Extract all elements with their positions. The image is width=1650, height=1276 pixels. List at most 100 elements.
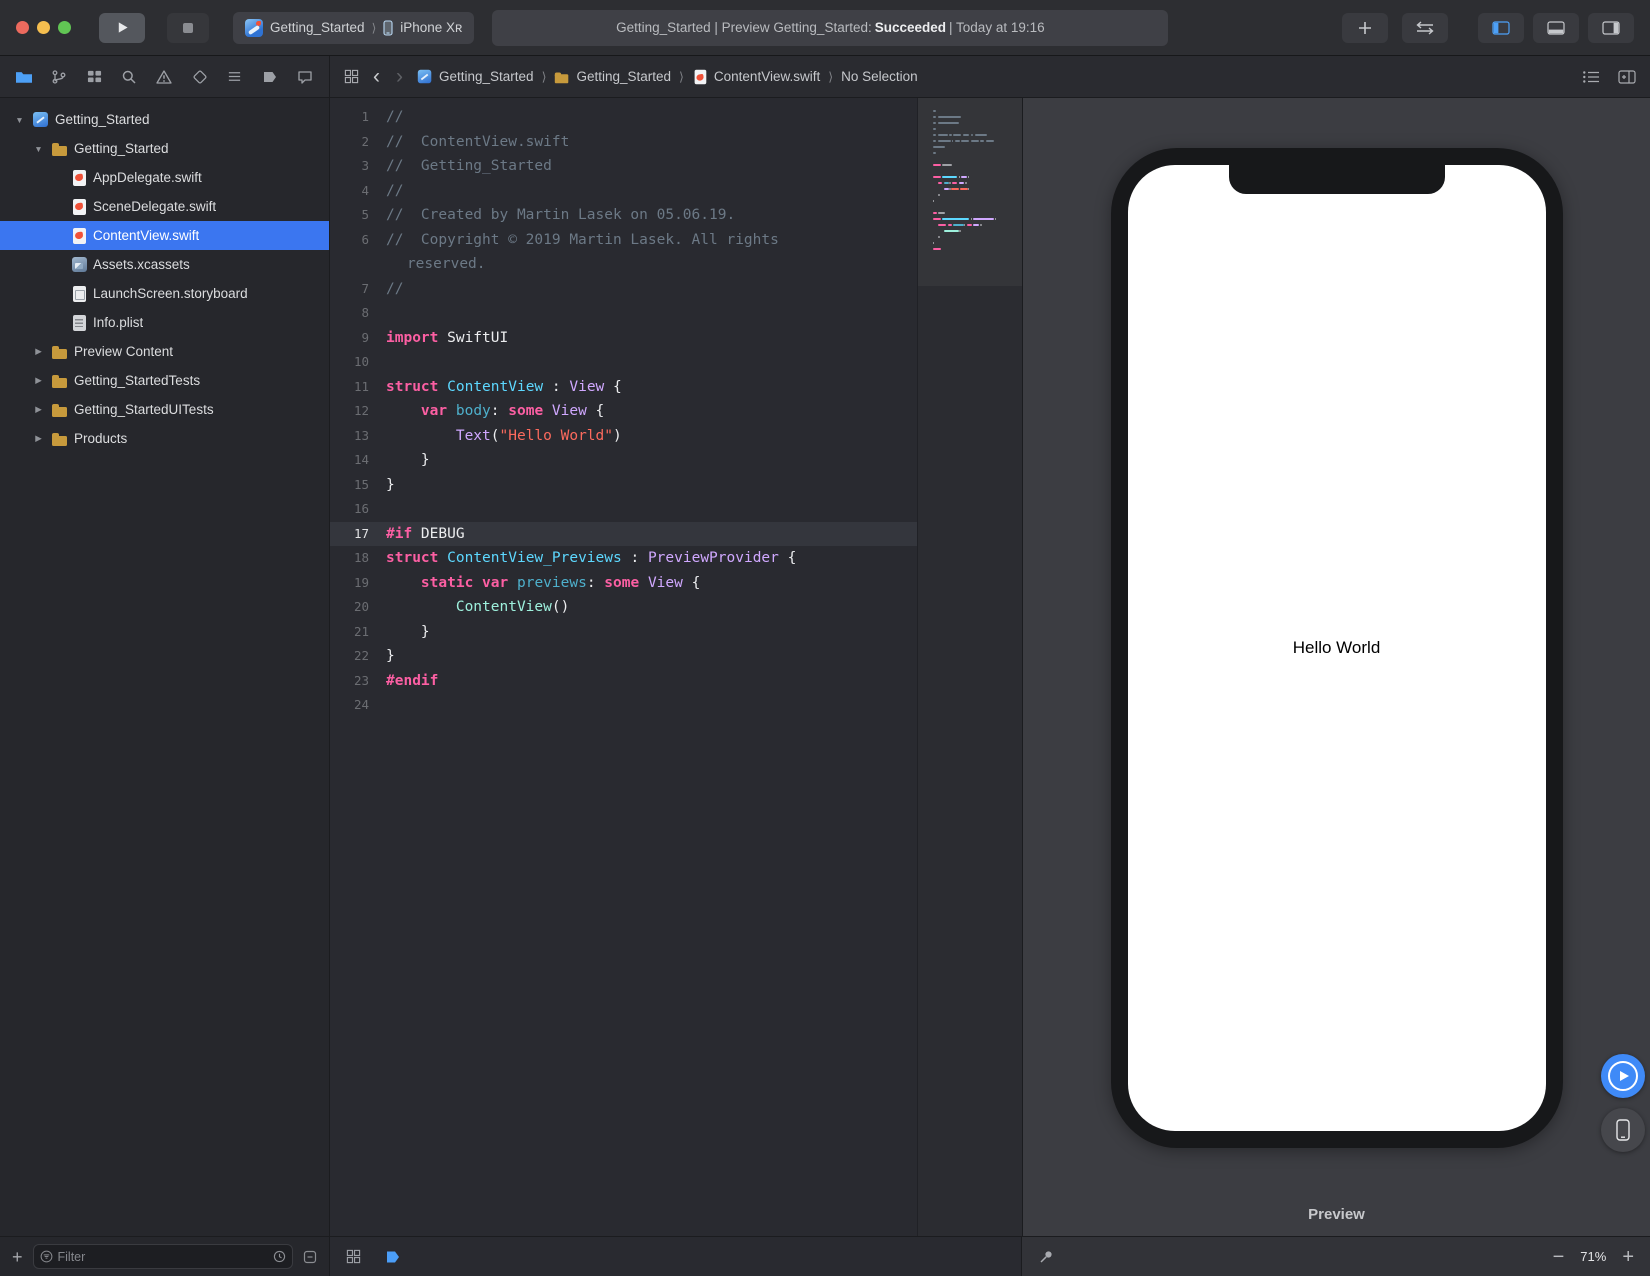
filter-field[interactable] [33,1244,293,1269]
file-tree-item[interactable]: LaunchScreen.storyboard [0,279,329,308]
minimap-lines [933,108,1016,258]
disclosure-triangle[interactable]: ▶ [31,375,46,386]
code-line: 11struct ContentView : View { [330,375,917,400]
breakpoints-toggle-button[interactable] [385,1250,401,1264]
toggle-navigator-button[interactable] [1478,13,1524,43]
disclosure-triangle[interactable]: ▼ [31,144,46,154]
toggle-inspectors-button[interactable] [1588,13,1634,43]
disclosure-triangle[interactable]: ▼ [12,115,27,125]
breadcrumb-separator: ⟩ [542,69,547,84]
inspector-panel-icon [1602,21,1620,35]
go-forward-button[interactable]: › [394,66,405,87]
breadcrumb-item[interactable]: Getting_Started [554,69,671,85]
folder-icon [15,70,33,84]
add-editor-button[interactable] [1618,70,1636,84]
pin-preview-button[interactable] [1038,1249,1054,1265]
line-number: 3 [330,154,386,179]
project-navigator-tab[interactable] [10,63,38,91]
live-preview-button[interactable] [1601,1054,1645,1098]
file-tree-item[interactable]: SceneDelegate.swift [0,192,329,221]
recent-files-filter-button[interactable] [273,1250,286,1263]
scheme-app-icon [245,19,263,37]
scheme-separator: ⟩ [372,21,377,35]
disclosure-triangle[interactable]: ▶ [31,433,46,444]
report-navigator-tab[interactable] [291,63,319,91]
library-button[interactable] [1342,13,1388,43]
breadcrumb-separator: ⟩ [679,69,684,84]
swift-file-icon [71,199,87,215]
code-line: 4// [330,179,917,204]
file-tree-item[interactable]: ▶Getting_StartedTests [0,366,329,395]
find-navigator-tab[interactable] [115,63,143,91]
zoom-in-button[interactable]: + [1622,1247,1634,1267]
minimize-window-button[interactable] [37,21,50,34]
code-text: reserved. [386,252,917,277]
line-number: 22 [330,644,386,669]
breakpoint-navigator-tab[interactable] [256,63,284,91]
debug-navigator-tab[interactable] [221,63,249,91]
code-text: // [386,105,917,130]
canvas-area: Hello World [1023,98,1650,1200]
xcode-window: Getting_Started ⟩ iPhone Xʀ Getting_Star… [0,0,1650,1276]
grid-icon-button[interactable] [346,1249,361,1264]
file-tree-item[interactable]: ContentView.swift [0,221,329,250]
device-screen[interactable]: Hello World [1128,165,1546,1131]
minimap-row [933,252,1016,258]
code-line: 7// [330,277,917,302]
close-window-button[interactable] [16,21,29,34]
related-items-button[interactable] [344,69,359,84]
file-tree-item[interactable]: Assets.xcassets [0,250,329,279]
code-line: 3// Getting_Started [330,154,917,179]
plus-icon [1358,21,1372,35]
line-number: 2 [330,130,386,155]
code-line: 12 var body: some View { [330,399,917,424]
source-control-navigator-tab[interactable] [45,63,73,91]
filter-input[interactable] [58,1250,268,1264]
file-tree-item[interactable]: ▶Getting_StartedUITests [0,395,329,424]
breadcrumb-item[interactable]: Getting_Started [417,69,534,85]
breadcrumb-label: ContentView.swift [714,69,820,84]
file-name: Preview Content [74,344,173,359]
line-number: 15 [330,473,386,498]
line-number: 21 [330,620,386,645]
file-name: Getting_Started [55,112,150,127]
disclosure-triangle[interactable]: ▶ [31,404,46,415]
symbol-navigator-tab[interactable] [80,63,108,91]
minimap[interactable] [917,98,1022,1236]
code-area[interactable]: 1//2// ContentView.swift3// Getting_Star… [330,98,917,1236]
stop-button[interactable] [167,13,209,43]
code-line: 14 } [330,448,917,473]
code-text: Text("Hello World") [386,424,917,449]
add-file-button[interactable]: + [12,1248,23,1266]
file-tree-item[interactable]: ▶ Preview Content [0,337,329,366]
zoom-window-button[interactable] [58,21,71,34]
file-tree-item[interactable]: ▶Products [0,424,329,453]
source-control-filter-button[interactable] [303,1250,317,1264]
preview-on-device-button[interactable] [1601,1108,1645,1152]
assets-file-icon [71,257,87,273]
run-button[interactable] [99,13,145,43]
file-tree-item[interactable]: ▼ Getting_Started [0,105,329,134]
breadcrumb-item[interactable]: ContentView.swift [692,69,820,85]
breadcrumb-item[interactable]: No Selection [841,69,918,84]
breadcrumb-label: No Selection [841,69,918,84]
editor-options-button[interactable] [1582,70,1600,84]
test-navigator-tab[interactable] [186,63,214,91]
preview-label: Preview [1023,1200,1650,1236]
file-tree-item[interactable]: AppDelegate.swift [0,163,329,192]
go-back-button[interactable]: ‹ [371,66,382,87]
file-tree-item[interactable]: ▼Getting_Started [0,134,329,163]
line-number: 5 [330,203,386,228]
file-tree-item[interactable]: Info.plist [0,308,329,337]
source-editor[interactable]: 1//2// ContentView.swift3// Getting_Star… [330,98,1022,1236]
filter-icon [40,1250,53,1263]
panel-toggles [1478,13,1634,43]
scheme-selector[interactable]: Getting_Started ⟩ iPhone Xʀ [233,12,474,44]
editor-bottom-bar [330,1237,1022,1276]
zoom-out-button[interactable]: − [1553,1247,1565,1267]
issue-navigator-tab[interactable] [150,63,178,91]
run-destination: iPhone Xʀ [400,20,462,35]
disclosure-triangle[interactable]: ▶ [31,346,46,357]
toggle-debug-area-button[interactable] [1533,13,1579,43]
code-review-button[interactable] [1402,13,1448,43]
